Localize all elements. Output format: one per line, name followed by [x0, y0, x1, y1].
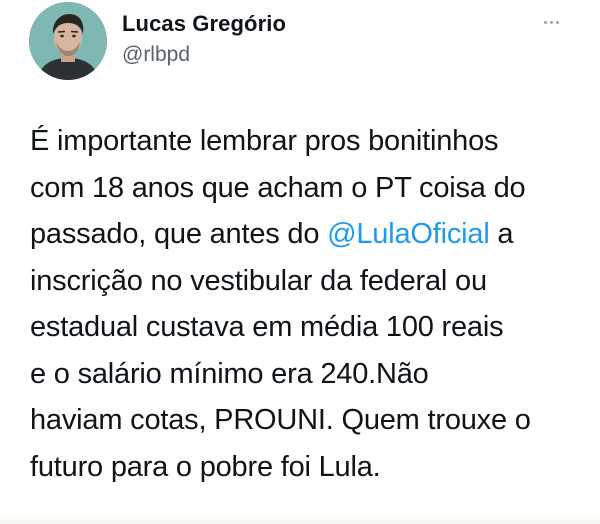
tweet-line: passado, que antes do @LulaOficial a	[30, 211, 590, 258]
tweet-line: e o salário mínimo era 240.Não	[30, 357, 429, 390]
tweet-card: Lucas Gregório @rlbpd É importante lembr…	[0, 0, 600, 524]
tweet-text-segment: a	[489, 218, 514, 250]
profile-photo-icon	[29, 2, 107, 80]
avatar[interactable]	[29, 2, 107, 80]
bottom-edge	[0, 514, 600, 524]
tweet-line: futuro para o pobre foi Lula.	[30, 450, 381, 483]
tweet-line: estadual custava em média 100 reais	[30, 311, 504, 343]
mention-link[interactable]: @LulaOficial	[327, 218, 490, 250]
more-horizontal-icon	[543, 20, 559, 24]
tweet-line: inscrição no vestibular da federal ou	[30, 264, 487, 297]
tweet-line: com 18 anos que acham o PT coisa do	[30, 171, 526, 204]
user-handle[interactable]: @rlbpd	[122, 41, 286, 69]
tweet-line: haviam cotas, PROUNI. Quem trouxe o	[30, 404, 531, 436]
tweet-line: É importante lembrar pros bonitinhos	[30, 125, 499, 157]
tweet-text: É importante lembrar pros bonitinhos com…	[30, 118, 590, 490]
display-name[interactable]: Lucas Gregório	[122, 10, 286, 38]
more-options-button[interactable]	[536, 10, 566, 34]
user-info: Lucas Gregório @rlbpd	[122, 10, 286, 69]
tweet-text-segment: passado, que antes do	[30, 218, 328, 250]
